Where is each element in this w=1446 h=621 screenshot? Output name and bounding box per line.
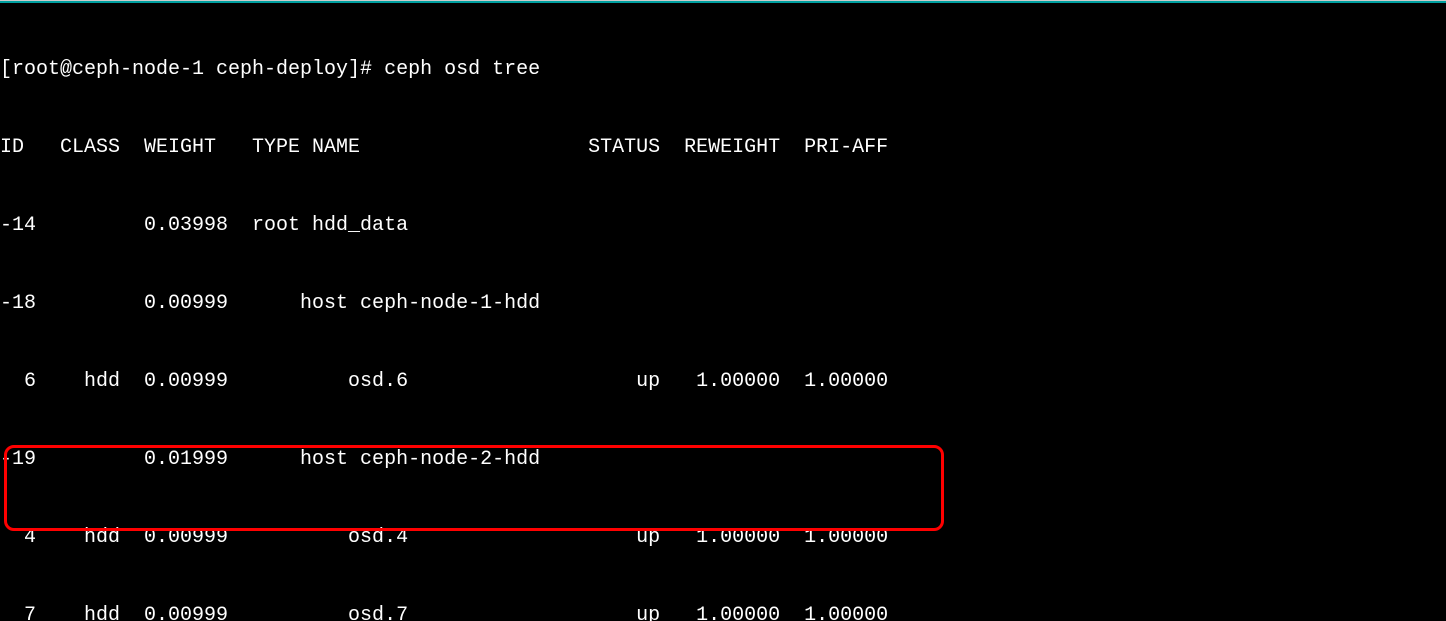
terminal[interactable]: [root@ceph-node-1 ceph-deploy]# ceph osd… (0, 5, 1446, 621)
tree-row: -18 0.00999 host ceph-node-1-hdd (0, 291, 1446, 317)
tree-row: -19 0.01999 host ceph-node-2-hdd (0, 447, 1446, 473)
tree-row: 6 hdd 0.00999 osd.6 up 1.00000 1.00000 (0, 369, 1446, 395)
tree-header: ID CLASS WEIGHT TYPE NAME STATUS REWEIGH… (0, 135, 1446, 161)
tree-row: 4 hdd 0.00999 osd.4 up 1.00000 1.00000 (0, 525, 1446, 551)
prompt-1: [root@ceph-node-1 ceph-deploy]# (0, 58, 384, 81)
command-1: ceph osd tree (384, 58, 540, 81)
tree-row: -14 0.03998 root hdd_data (0, 213, 1446, 239)
tree-row: 7 hdd 0.00999 osd.7 up 1.00000 1.00000 (0, 603, 1446, 621)
prompt-line-1: [root@ceph-node-1 ceph-deploy]# ceph osd… (0, 57, 1446, 83)
